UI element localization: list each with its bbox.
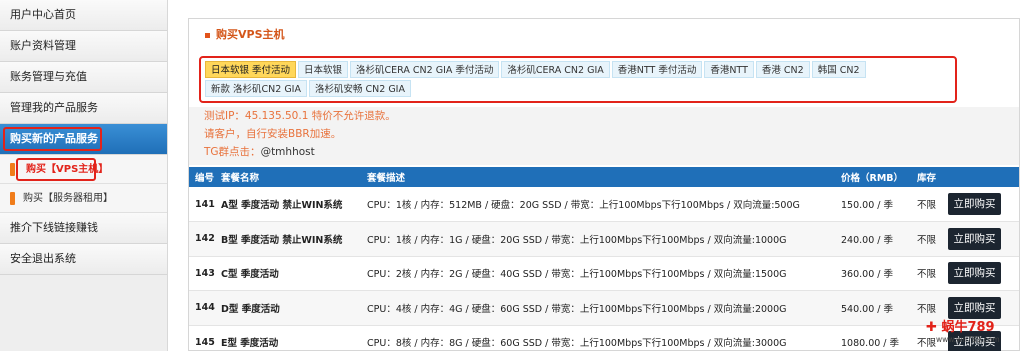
tg-label: TG群点击：	[204, 146, 261, 158]
cell-id: 141	[189, 187, 215, 222]
bullet-icon	[10, 191, 15, 205]
sidebar: 用户中心首页 账户资料管理 账务管理与充值 管理我的产品服务 购买新的产品服务 …	[0, 0, 168, 351]
cell-name: B型 季度活动 禁止WIN系统	[215, 221, 361, 257]
bullet-icon	[10, 162, 15, 176]
sidebar-item-my-services[interactable]: 管理我的产品服务	[0, 93, 167, 124]
cell-price: 240.00 / 季	[835, 221, 911, 257]
note-test-ip: 测试IP：45.135.50.1 特价不允许退款。	[204, 110, 396, 122]
table-row: 142 B型 季度活动 禁止WIN系统 CPU：1核 / 内存：1G / 硬盘：…	[189, 221, 1019, 257]
cell-name: D型 季度活动	[215, 290, 361, 326]
tab-hk-ntt[interactable]: 香港NTT	[704, 61, 754, 78]
cell-stock: 不限	[911, 187, 942, 222]
plans-table: 编号 套餐名称 套餐描述 价格（RMB） 库存 141 A型 季度活动 禁止WI…	[189, 167, 1019, 351]
cell-price: 540.00 / 季	[835, 290, 911, 326]
cell-action: 立即购买	[942, 187, 1019, 222]
cell-action: 立即购买	[942, 221, 1019, 257]
cell-name: A型 季度活动 禁止WIN系统	[215, 187, 361, 222]
panel-title: 购买VPS主机	[189, 19, 1019, 51]
header-action	[942, 167, 1019, 187]
sidebar-subitem-buy-vps[interactable]: 购买【VPS主机】	[0, 155, 167, 184]
header-stock: 库存	[911, 167, 942, 187]
cell-stock: 不限	[911, 221, 942, 257]
sidebar-item-label: 账户资料管理	[10, 39, 76, 52]
cell-price: 150.00 / 季	[835, 187, 911, 222]
sidebar-item-label: 推介下线链接赚钱	[10, 221, 98, 234]
tab-new-la-cn2-gia[interactable]: 新款 洛杉矶CN2 GIA	[205, 80, 307, 97]
buy-now-button[interactable]: 立即购买	[948, 296, 1001, 319]
cell-name: C型 季度活动	[215, 256, 361, 291]
notice-box: 测试IP：45.135.50.1 特价不允许退款。 请客户，自行安装BBR加速。…	[189, 107, 1019, 165]
square-bullet-icon	[205, 32, 210, 38]
table-row: 141 A型 季度活动 禁止WIN系统 CPU：1核 / 内存：512MB / …	[189, 187, 1019, 222]
main-panel: 购买VPS主机 日本软银 季付活动 日本软银 洛杉矶CERA CN2 GIA 季…	[188, 18, 1020, 351]
sidebar-item-label: 安全退出系统	[10, 252, 76, 265]
note-bbr: 请客户，自行安装BBR加速。	[204, 128, 342, 140]
cell-desc: CPU：8核 / 内存：8G / 硬盘：60G SSD / 带宽：上行100Mb…	[361, 325, 835, 351]
sidebar-item-home[interactable]: 用户中心首页	[0, 0, 167, 31]
watermark-url: www.wn789.com	[936, 335, 1000, 344]
cell-price: 1080.00 / 季	[835, 325, 911, 351]
cell-id: 145	[189, 325, 215, 351]
product-tabs: 日本软银 季付活动 日本软银 洛杉矶CERA CN2 GIA 季付活动 洛杉矶C…	[199, 56, 957, 103]
sidebar-item-buy-new[interactable]: 购买新的产品服务	[0, 124, 167, 155]
tab-la-anchang-cn2-gia[interactable]: 洛杉矶安畅 CN2 GIA	[309, 80, 411, 97]
buy-now-button[interactable]: 立即购买	[948, 262, 1001, 285]
buy-now-button[interactable]: 立即购买	[948, 227, 1001, 250]
sidebar-item-label: 账务管理与充值	[10, 70, 87, 83]
note-tg: TG群点击：@tmhhost	[204, 143, 1019, 161]
cell-action: 立即购买	[942, 256, 1019, 291]
table-row: 145 E型 季度活动 CPU：8核 / 内存：8G / 硬盘：60G SSD …	[189, 325, 1019, 351]
tab-hk-cn2[interactable]: 香港 CN2	[755, 61, 810, 78]
header-id: 编号	[189, 167, 215, 187]
cell-id: 142	[189, 221, 215, 257]
cell-price: 360.00 / 季	[835, 256, 911, 291]
buy-now-button[interactable]: 立即购买	[948, 193, 1001, 215]
cell-name: E型 季度活动	[215, 325, 361, 351]
sidebar-subitem-label: 购买【服务器租用】	[23, 193, 113, 204]
watermark-name: 蜗牛789	[941, 320, 995, 335]
cell-desc: CPU：4核 / 内存：4G / 硬盘：60G SSD / 带宽：上行100Mb…	[361, 290, 835, 326]
header-name: 套餐名称	[215, 167, 361, 187]
cell-desc: CPU：1核 / 内存：1G / 硬盘：20G SSD / 带宽：上行100Mb…	[361, 221, 835, 257]
tab-japan-softbank[interactable]: 日本软银	[298, 61, 349, 78]
cell-id: 143	[189, 256, 215, 291]
tab-hk-ntt-quarterly[interactable]: 香港NTT 季付活动	[611, 61, 703, 78]
pin-icon: ✚	[926, 320, 937, 335]
tab-korea-cn2[interactable]: 韩国 CN2	[811, 61, 866, 78]
panel-title-text: 购买VPS主机	[216, 28, 285, 41]
sidebar-item-billing[interactable]: 账务管理与充值	[0, 62, 167, 93]
table-header-row: 编号 套餐名称 套餐描述 价格（RMB） 库存	[189, 167, 1019, 187]
tab-la-cera[interactable]: 洛杉矶CERA CN2 GIA	[501, 61, 610, 78]
sidebar-item-account[interactable]: 账户资料管理	[0, 31, 167, 62]
cell-stock: 不限	[911, 256, 942, 291]
sidebar-subitem-label: 购买【VPS主机】	[26, 164, 109, 175]
cell-desc: CPU：1核 / 内存：512MB / 硬盘：20G SSD / 带宽：上行10…	[361, 187, 835, 222]
header-desc: 套餐描述	[361, 167, 835, 187]
table-row: 143 C型 季度活动 CPU：2核 / 内存：2G / 硬盘：40G SSD …	[189, 256, 1019, 291]
sidebar-item-label: 用户中心首页	[10, 8, 76, 21]
highlight-box	[3, 127, 102, 151]
table-row: 144 D型 季度活动 CPU：4核 / 内存：4G / 硬盘：60G SSD …	[189, 290, 1019, 326]
tab-japan-softbank-quarterly[interactable]: 日本软银 季付活动	[205, 61, 297, 78]
sidebar-item-label: 管理我的产品服务	[10, 101, 98, 114]
watermark-logo: ✚ 蜗牛789 www.wn789.com	[926, 321, 1018, 347]
cell-desc: CPU：2核 / 内存：2G / 硬盘：40G SSD / 带宽：上行100Mb…	[361, 256, 835, 291]
tab-la-cera-quarterly[interactable]: 洛杉矶CERA CN2 GIA 季付活动	[350, 61, 500, 78]
cell-id: 144	[189, 290, 215, 326]
sidebar-item-referral[interactable]: 推介下线链接赚钱	[0, 213, 167, 244]
sidebar-item-logout[interactable]: 安全退出系统	[0, 244, 167, 275]
sidebar-subitem-buy-server[interactable]: 购买【服务器租用】	[0, 184, 167, 213]
tg-handle-link[interactable]: @tmhhost	[261, 146, 315, 158]
header-price: 价格（RMB）	[835, 167, 911, 187]
